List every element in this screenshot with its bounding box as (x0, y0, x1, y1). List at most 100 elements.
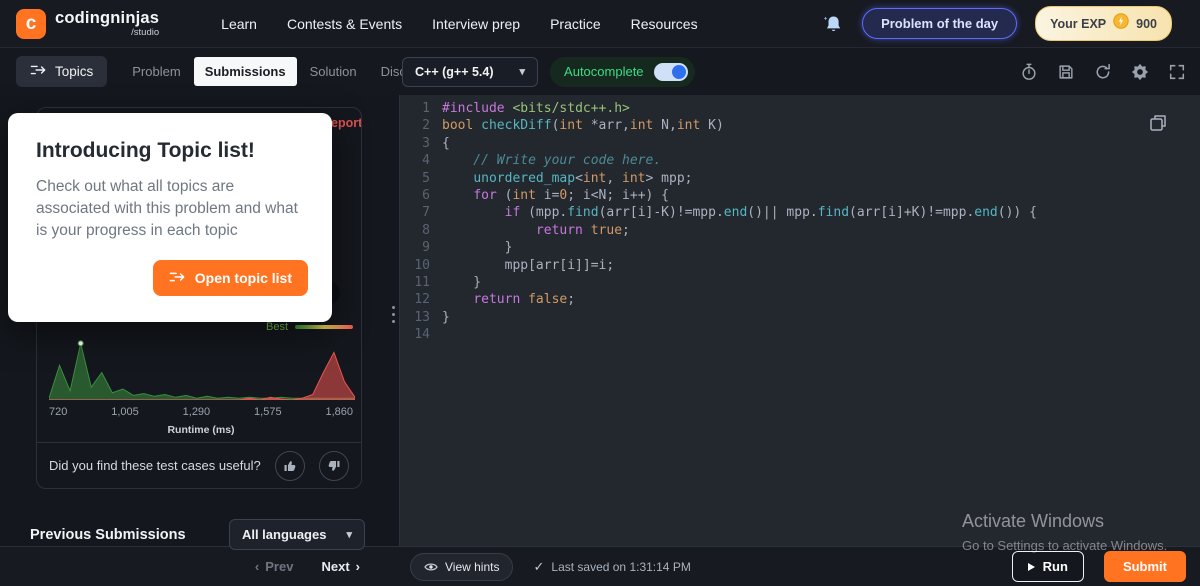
thumbs-up-button[interactable] (274, 450, 305, 481)
brand-text: codingninjas /studio (55, 8, 160, 38)
prev-arrow-icon: ‹ (254, 559, 260, 574)
nav-link-learn[interactable]: Learn (221, 16, 257, 32)
exp-badge[interactable]: Your EXP 900 (1035, 6, 1172, 41)
code-line: 8 return true; (400, 222, 1200, 239)
line-number: 11 (414, 275, 430, 291)
eye-icon (424, 563, 438, 570)
timer-icon[interactable] (1020, 63, 1038, 81)
brand[interactable]: c codingninjas /studio (16, 8, 160, 39)
code-line: 5 unordered_map<int, int> mpp; (400, 170, 1200, 187)
top-nav: c codingninjas /studio Learn Contests & E… (0, 0, 1200, 48)
code-line: 10 mpp[arr[i]]=i; (400, 257, 1200, 274)
next-arrow-icon: › (355, 559, 360, 574)
next-label: Next (321, 559, 350, 574)
code-line: 14 (400, 326, 1200, 343)
previous-submissions-row: Previous Submissions All languages ▾ (30, 519, 365, 550)
legend-gradient-bar (295, 325, 353, 329)
copy-code-icon[interactable] (1148, 113, 1168, 138)
code-line: 4 // Write your code here. (400, 152, 1200, 169)
view-hints-button[interactable]: View hints (410, 552, 514, 581)
code-line: 2 bool checkDiff(int *arr,int N,int K) (400, 117, 1200, 134)
codingninjas-logo-icon: c (16, 8, 46, 39)
chart-x-label: Runtime (ms) (167, 424, 235, 436)
tab-submissions[interactable]: Submissions (193, 57, 297, 86)
language-filter-select[interactable]: All languages ▾ (228, 519, 365, 550)
page: c codingninjas /studio Learn Contests & E… (0, 0, 1200, 586)
code-editor[interactable]: 1 #include <bits/stdc++.h> 2 bool checkDiff… (400, 95, 1200, 546)
language-selected-value: C++ (g++ 5.4) (415, 64, 494, 79)
chevron-down-icon: ▾ (346, 529, 352, 541)
prev-page-button[interactable]: ‹ Prev (255, 559, 294, 574)
settings-gear-icon[interactable] (1131, 63, 1149, 81)
language-select[interactable]: C++ (g++ 5.4) ▾ (402, 56, 539, 87)
legend-best-label: Best (265, 321, 288, 333)
autosave-status: ✓ Last saved on 1:31:14 PM (533, 559, 690, 575)
toggle-switch-icon (653, 62, 688, 81)
logo-glyph: c (25, 12, 37, 34)
line-number: 12 (414, 292, 430, 308)
nav-link-practice[interactable]: Practice (550, 16, 601, 32)
line-number: 10 (414, 257, 430, 273)
submit-button[interactable]: Submit (1103, 551, 1186, 582)
save-icon[interactable] (1057, 63, 1075, 81)
line-number: 13 (414, 309, 430, 325)
thumbs-down-icon (328, 460, 340, 471)
nav-links: Learn Contests & Events Interview prep Prac… (221, 16, 697, 32)
nav-link-contests-events[interactable]: Contests & Events (287, 16, 402, 32)
code-line: 11 } (400, 274, 1200, 291)
run-button[interactable]: Run (1011, 551, 1084, 582)
reset-code-icon[interactable] (1094, 63, 1112, 81)
thumbs-up-icon (284, 460, 296, 471)
language-filter-value: All languages (241, 527, 327, 542)
code-line: 13} (400, 309, 1200, 326)
previous-submissions-title: Previous Submissions (30, 526, 186, 543)
autocomplete-toggle[interactable]: Autocomplete (550, 56, 695, 87)
code-line: 6 for (int i=0; i<N; i++) { (400, 187, 1200, 204)
line-number: 4 (422, 153, 430, 169)
topic-list-arrow-icon (169, 270, 186, 286)
view-hints-label: View hints (445, 559, 500, 574)
toolbar-left: Topics ProblemSubmissionsSolutionDiscuss (0, 56, 426, 87)
topics-button[interactable]: Topics (16, 56, 108, 87)
line-number: 2 (422, 118, 430, 134)
topics-label: Topics (55, 64, 94, 79)
code-line: 1 #include <bits/stdc++.h> (400, 100, 1200, 117)
line-number: 7 (422, 205, 430, 221)
bottom-bar: ‹ Prev Next › View hints ✓ Last saved on… (0, 546, 1200, 586)
toolbar-right: C++ (g++ 5.4) ▾ Autocomplete (400, 56, 1200, 87)
problem-of-the-day-button[interactable]: Problem of the day (862, 8, 1018, 39)
autocomplete-label: Autocomplete (564, 64, 644, 79)
editor-icons (1020, 63, 1186, 81)
next-page-button[interactable]: Next › (321, 559, 360, 574)
fullscreen-icon[interactable] (1168, 63, 1186, 81)
runtime-chart: Best 720 1,005 1,290 1,575 1,860 Runtime (ms… (49, 321, 355, 436)
play-icon (1027, 562, 1035, 571)
chart-x-ticks: 720 1,005 1,290 1,575 1,860 (49, 406, 353, 418)
nav-link-resources[interactable]: Resources (631, 16, 698, 32)
x-tick: 1,575 (254, 406, 282, 418)
x-tick: 1,290 (182, 406, 211, 418)
x-tick: 1,005 (111, 406, 139, 418)
tab-problem[interactable]: Problem (121, 57, 191, 86)
panel-resize-handle[interactable] (392, 306, 395, 323)
code-line: 7 if (mpp.find(arr[i]-K)!=mpp.end()|| mp… (400, 204, 1200, 221)
feedback-row: Did you find these test cases useful? (37, 442, 361, 488)
open-topic-list-button[interactable]: Open topic list (152, 260, 308, 296)
exp-value: 900 (1136, 16, 1157, 31)
nav-link-interview-prep[interactable]: Interview prep (432, 16, 520, 32)
brand-name: codingninjas (55, 8, 160, 27)
line-number: 5 (422, 170, 430, 186)
thumbs-down-button[interactable] (318, 450, 349, 481)
line-number: 6 (422, 188, 430, 204)
coin-icon (1113, 13, 1129, 34)
toolbar: Topics ProblemSubmissionsSolutionDiscuss… (0, 48, 1200, 95)
notification-bell-icon[interactable] (822, 14, 844, 34)
topnav-right: Problem of the day Your EXP 900 (822, 6, 1172, 41)
tab-solution[interactable]: Solution (299, 57, 368, 86)
topics-arrow-icon (30, 64, 47, 79)
editor-actions: View hints ✓ Last saved on 1:31:14 PM Ru… (400, 551, 1200, 582)
check-icon: ✓ (533, 558, 545, 574)
panel-tabs: ProblemSubmissionsSolutionDiscuss (121, 57, 437, 86)
line-number: 8 (422, 222, 430, 238)
exp-label: Your EXP (1050, 16, 1107, 31)
